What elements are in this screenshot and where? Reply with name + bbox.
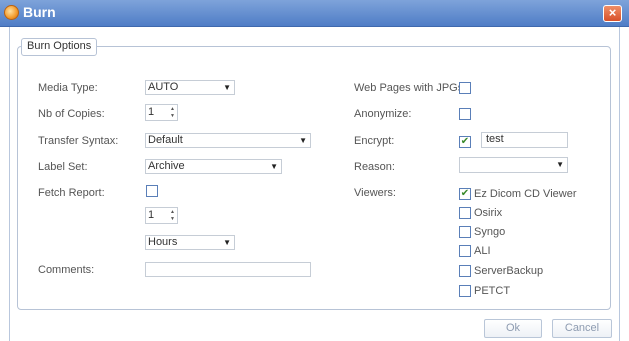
- chevron-down-icon: ▼: [556, 160, 564, 169]
- media-type-select[interactable]: AUTO ▼: [145, 80, 235, 95]
- encrypt-checkbox[interactable]: ✔: [459, 136, 471, 148]
- viewer-petct-label: PETCT: [474, 285, 511, 297]
- copies-label: Nb of Copies:: [38, 108, 105, 120]
- chevron-down-icon: ▼: [299, 136, 307, 145]
- viewer-serverbackup-checkbox[interactable]: [459, 265, 471, 277]
- encrypt-password-input[interactable]: test: [481, 132, 568, 148]
- label-set-value: Archive: [148, 160, 185, 172]
- viewer-petct-checkbox[interactable]: [459, 285, 471, 297]
- transfer-syntax-label: Transfer Syntax:: [38, 135, 119, 147]
- copies-value: 1: [148, 106, 155, 118]
- reason-label: Reason:: [354, 161, 395, 173]
- label-set-select[interactable]: Archive ▼: [145, 159, 282, 174]
- window-border-left: [9, 27, 10, 341]
- anonymize-checkbox[interactable]: [459, 108, 471, 120]
- fetch-amount-value: 1: [148, 209, 155, 221]
- title-bar: Burn ×: [0, 0, 629, 27]
- reason-select[interactable]: ▼: [459, 157, 568, 173]
- viewer-osirix-checkbox[interactable]: [459, 207, 471, 219]
- fetch-amount-stepper[interactable]: 1 ▲ ▼: [145, 207, 178, 224]
- comments-input[interactable]: [145, 262, 311, 277]
- comments-label: Comments:: [38, 264, 95, 276]
- burn-options-label: Burn Options: [21, 38, 98, 56]
- spin-down-icon[interactable]: ▼: [170, 216, 175, 222]
- burn-app-icon: [4, 5, 19, 20]
- media-type-value: AUTO: [148, 81, 179, 93]
- fetch-report-label: Fetch Report:: [38, 187, 105, 199]
- spin-up-icon[interactable]: ▲: [170, 106, 175, 112]
- viewer-ez-dicom-label: Ez Dicom CD Viewer: [474, 188, 577, 200]
- label-set-label: Label Set:: [38, 161, 88, 173]
- viewer-ali-label: ALI: [474, 245, 491, 257]
- transfer-syntax-select[interactable]: Default ▼: [145, 133, 311, 148]
- close-button[interactable]: ×: [603, 5, 622, 22]
- window-border-right: [619, 27, 620, 341]
- web-pages-label: Web Pages with JPGs:: [354, 82, 467, 94]
- window-title: Burn: [23, 4, 56, 20]
- viewer-serverbackup-label: ServerBackup: [474, 265, 544, 277]
- chevron-down-icon: ▼: [223, 83, 231, 92]
- spin-up-icon[interactable]: ▲: [170, 209, 175, 215]
- fetch-report-checkbox[interactable]: [146, 185, 158, 197]
- cancel-button[interactable]: Cancel: [552, 319, 612, 338]
- viewer-ali-checkbox[interactable]: [459, 245, 471, 257]
- anonymize-label: Anonymize:: [354, 108, 412, 120]
- fetch-unit-value: Hours: [148, 236, 178, 248]
- viewer-osirix-label: Osirix: [474, 207, 503, 219]
- transfer-syntax-value: Default: [148, 134, 183, 146]
- spin-down-icon[interactable]: ▼: [170, 113, 175, 119]
- ok-button[interactable]: Ok: [484, 319, 542, 338]
- viewer-syngo-checkbox[interactable]: [459, 226, 471, 238]
- viewer-syngo-label: Syngo: [474, 226, 506, 238]
- viewers-label: Viewers:: [354, 187, 396, 199]
- fetch-unit-select[interactable]: Hours ▼: [145, 235, 235, 250]
- web-pages-checkbox[interactable]: [459, 82, 471, 94]
- viewer-ez-dicom-checkbox[interactable]: ✔: [459, 188, 471, 200]
- media-type-label: Media Type:: [38, 82, 98, 94]
- chevron-down-icon: ▼: [223, 238, 231, 247]
- chevron-down-icon: ▼: [270, 162, 278, 171]
- encrypt-label: Encrypt:: [354, 135, 395, 147]
- copies-stepper[interactable]: 1 ▲ ▼: [145, 104, 178, 121]
